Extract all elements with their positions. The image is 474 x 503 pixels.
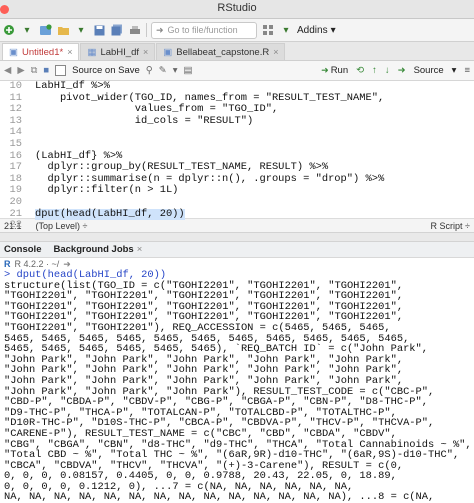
- goto-placeholder: Go to file/function: [167, 25, 238, 35]
- code-line: 20: [0, 195, 474, 209]
- close-tab-icon[interactable]: ×: [273, 47, 278, 57]
- new-file-icon[interactable]: [2, 23, 16, 37]
- r-file-icon: ▣: [163, 46, 173, 58]
- selected-line-code: dput(head(LabHI_df, 20)): [35, 207, 185, 221]
- chevron-down-icon: ▾: [330, 24, 336, 36]
- toolbar-divider: [146, 23, 147, 37]
- code-line: 21 dput(head(LabHI_df, 20)): [0, 207, 474, 221]
- new-project-icon[interactable]: [38, 23, 52, 37]
- save-all-icon[interactable]: [110, 23, 124, 37]
- console-line: "John Park", "John Park", "John Park", "…: [4, 374, 404, 387]
- source-on-save-checkbox[interactable]: [55, 65, 67, 76]
- code-line: 10 LabHI_df %>%: [0, 80, 474, 93]
- r-version-path: R 4.2.2 · ~/: [14, 259, 60, 269]
- r-file-icon: ▣: [9, 46, 18, 58]
- line-code: dplyr::filter(n > 1L): [35, 184, 179, 197]
- line-number: 22: [9, 219, 22, 232]
- tab-bellabeat[interactable]: ▣ Bellabeat_capstone.R ×: [156, 43, 286, 60]
- line-number: 10: [9, 80, 22, 92]
- tab-background-jobs-label: Background Jobs: [53, 244, 134, 255]
- code-line: 13 id_cols = "RESULT"): [0, 114, 474, 128]
- dropdown-arrow-icon[interactable]: ▾: [20, 23, 34, 37]
- line-code: LabHI_df %>%: [35, 80, 110, 92]
- line-code: id_cols = "RESULT"): [35, 114, 254, 127]
- tab-label: Untitled1*: [21, 46, 64, 58]
- goto-arrow-icon: ➜: [156, 24, 164, 35]
- source-dropdown-icon[interactable]: ▾: [452, 65, 457, 76]
- r-logo-icon: R: [4, 259, 11, 269]
- addins-menu[interactable]: Addins ▾: [297, 25, 336, 36]
- console-output[interactable]: > dput(head(LabHI_df, 20)) structure(lis…: [0, 270, 474, 503]
- source-on-save-label: Source on Save: [72, 65, 140, 76]
- editor-tab-bar: ▣ Untitled1* × ▦ LabHI_df × ▣ Bellabeat_…: [0, 42, 474, 61]
- title-bar: RStudio: [0, 0, 474, 19]
- grid-icon[interactable]: [261, 23, 275, 37]
- line-number: 15: [9, 137, 22, 150]
- pane-splitter[interactable]: [0, 232, 474, 242]
- grid-dropdown-icon[interactable]: ▾: [279, 23, 293, 37]
- tab-untitled1[interactable]: ▣ Untitled1* ×: [2, 43, 80, 60]
- show-in-window-icon[interactable]: ⧉: [31, 65, 38, 76]
- open-file-icon[interactable]: [56, 23, 70, 37]
- print-icon[interactable]: [128, 23, 142, 37]
- table-icon: ▦: [87, 46, 97, 58]
- main-toolbar: ▾ ▾ ➜ Go to file/function ▾ Addins ▾: [0, 19, 474, 42]
- source-arrow-icon[interactable]: ➜: [398, 65, 406, 76]
- back-arrow-icon[interactable]: ◀: [4, 65, 11, 76]
- code-line: 22: [0, 220, 474, 232]
- run-arrow-icon: ➜: [321, 65, 329, 75]
- navigate-down-icon[interactable]: ↓: [385, 65, 390, 76]
- console-line: NA, NA, NA, NA, NA, NA, NA, NA, NA, NA, …: [4, 491, 435, 503]
- editor-toolbar: ◀ ▶ ⧉ ■ Source on Save ⚲ ✎ ▾ ▤ ➜ Run ⟲ ↑…: [0, 61, 474, 81]
- dropdown-arrow-icon-2[interactable]: ▾: [74, 23, 88, 37]
- console-command-line: > dput(head(LabHI_df, 20)): [4, 269, 167, 281]
- code-line: 14: [0, 127, 474, 139]
- close-tab-icon[interactable]: ×: [67, 47, 72, 57]
- run-button[interactable]: ➜ Run: [321, 65, 348, 76]
- close-tab-icon[interactable]: ×: [143, 47, 148, 57]
- code-tools-dropdown-icon[interactable]: ▾: [173, 65, 178, 76]
- run-label: Run: [330, 65, 349, 76]
- line-code: dplyr::group_by(RESULT_TEST_NAME, RESULT…: [35, 161, 329, 174]
- console-line: "CARENE-P"), RESULT_TEST_NAME = c("CBC",…: [4, 427, 397, 440]
- code-tools-icon[interactable]: ✎: [159, 65, 167, 76]
- compile-report-icon[interactable]: ▤: [184, 65, 193, 76]
- tab-labhi-df[interactable]: ▦ LabHI_df ×: [80, 43, 156, 60]
- code-line: 17 dplyr::group_by(RESULT_TEST_NAME, RES…: [0, 162, 474, 174]
- tab-console[interactable]: Console: [4, 244, 41, 255]
- addins-label: Addins: [297, 24, 328, 36]
- rerun-icon[interactable]: ⟲: [356, 65, 364, 76]
- search-icon[interactable]: ⚲: [146, 65, 153, 76]
- navigate-up-icon[interactable]: ↑: [372, 65, 377, 76]
- window-title: RStudio: [217, 2, 257, 14]
- console-tab-bar: Console Background Jobs ×: [0, 242, 474, 258]
- goto-dir-arrow-icon[interactable]: ➜: [63, 259, 71, 270]
- tab-background-jobs[interactable]: Background Jobs ×: [53, 244, 142, 255]
- line-number: 20: [9, 195, 22, 208]
- source-label[interactable]: Source: [414, 65, 444, 76]
- goto-file-input[interactable]: ➜ Go to file/function: [151, 21, 257, 39]
- outline-icon[interactable]: ≡: [464, 65, 470, 76]
- save-icon[interactable]: [92, 23, 106, 37]
- console-line: "TGOHI2201", "TGOHI2201"), REQ_ACCESSION…: [4, 321, 391, 334]
- code-line: 15: [0, 137, 474, 151]
- code-editor[interactable]: 10 LabHI_df %>% 11 pivot_wider(TGO_ID, na…: [0, 80, 474, 231]
- close-tab-icon[interactable]: ×: [137, 244, 143, 255]
- forward-arrow-icon[interactable]: ▶: [17, 65, 24, 76]
- editor-actions: ➜ Run ⟲ ↑ ↓ ➜ Source ▾ ≡: [321, 65, 470, 76]
- code-line: 19 dplyr::filter(n > 1L): [0, 185, 474, 197]
- tab-label: Bellabeat_capstone.R: [176, 46, 270, 58]
- tab-label: LabHI_df: [100, 46, 139, 58]
- line-number: 17: [9, 161, 22, 174]
- save-doc-icon[interactable]: ■: [43, 65, 49, 76]
